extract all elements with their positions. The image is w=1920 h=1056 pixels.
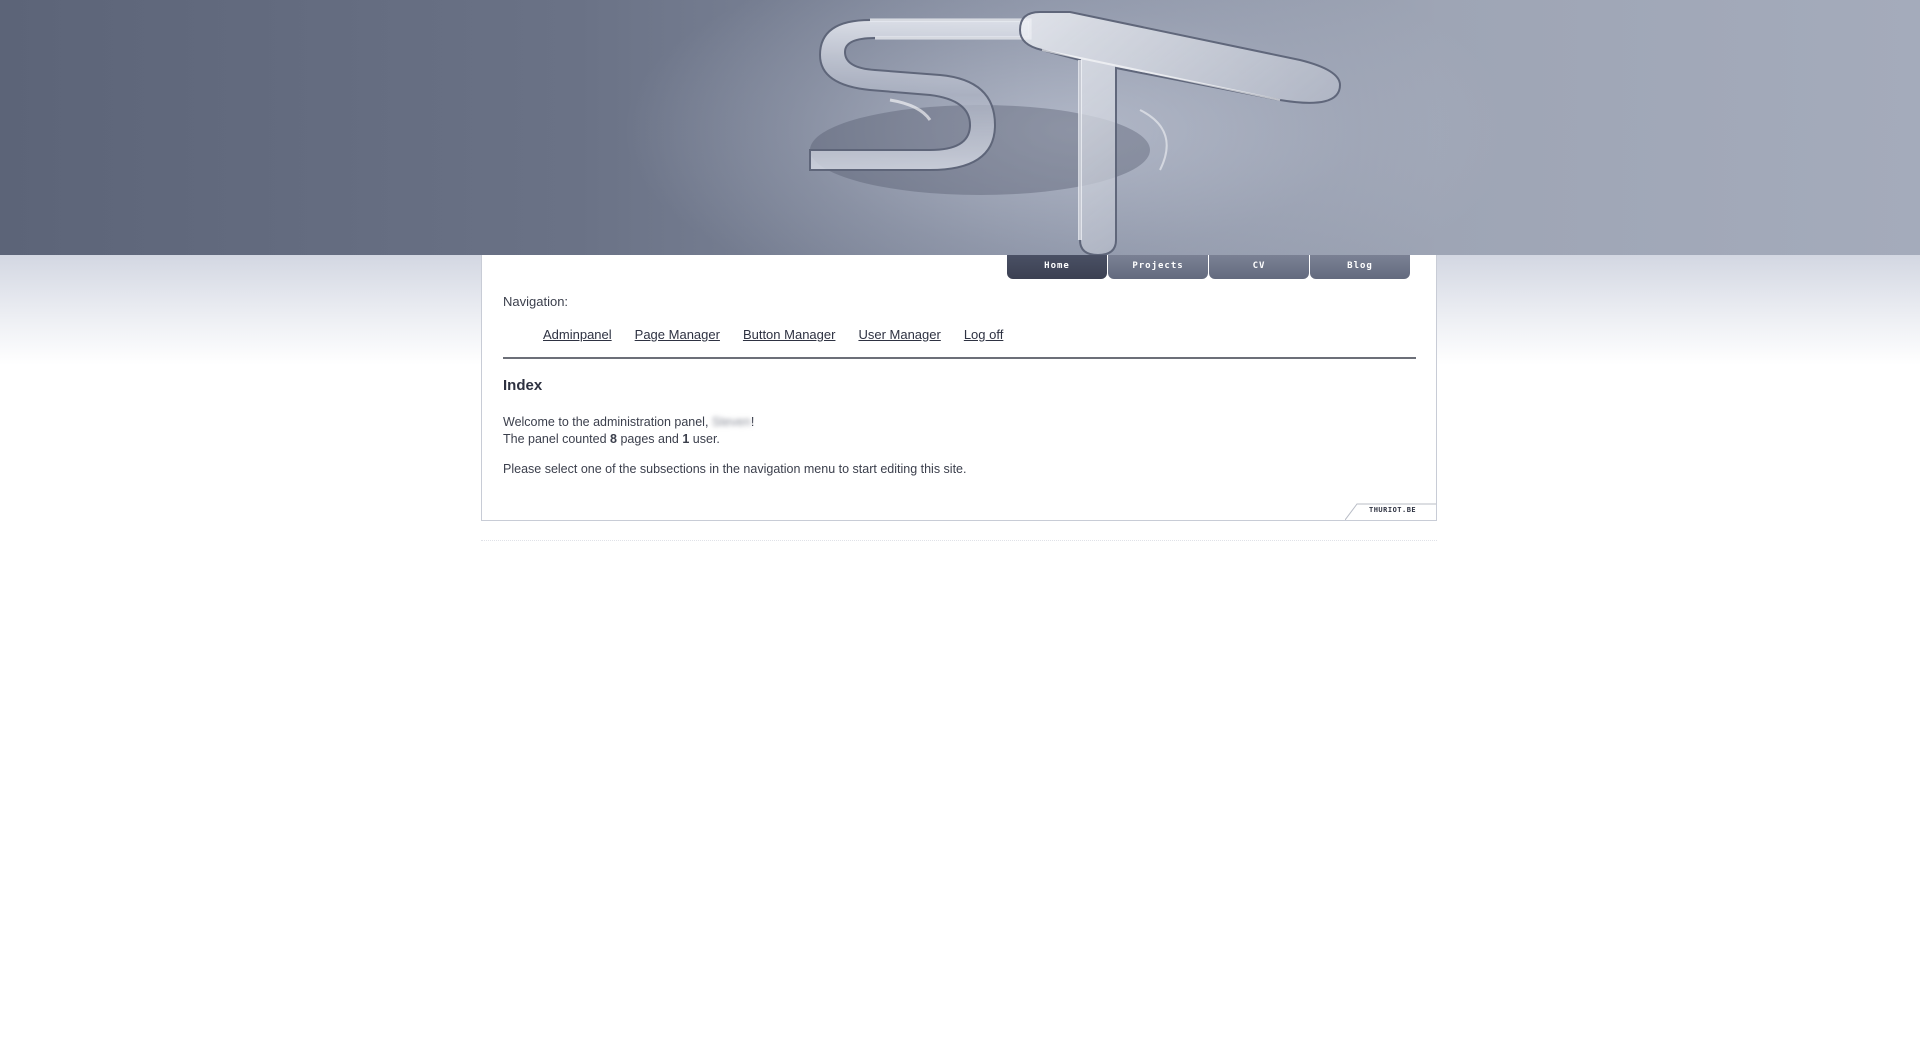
welcome-prefix: Welcome to the administration panel, [503,415,709,429]
divider [503,357,1416,359]
admin-navigation: Adminpanel Page Manager Button Manager U… [543,327,1003,342]
welcome-suffix: ! [750,415,755,429]
nav-link-adminpanel[interactable]: Adminpanel [543,327,612,342]
nav-link-user-manager[interactable]: User Manager [858,327,940,342]
header-banner [0,0,1920,255]
user-name: Steven [711,415,751,429]
site-logo [809,11,1342,255]
stats-line: The panel counted 8 pages and 1 user. [503,431,754,448]
users-word: user. [692,432,720,446]
tab-home[interactable]: Home [1007,255,1107,279]
instruction-text: Please select one of the subsections in … [503,462,967,476]
nav-link-page-manager[interactable]: Page Manager [635,327,720,342]
welcome-text: Welcome to the administration panel, Ste… [503,414,754,448]
nav-link-button-manager[interactable]: Button Manager [743,327,836,342]
tab-projects[interactable]: Projects [1108,255,1208,279]
content-panel [481,255,1437,521]
page-title: Index [503,377,543,394]
navigation-title: Navigation: [503,294,569,309]
welcome-line: Welcome to the administration panel, Ste… [503,414,754,431]
pages-word: pages and [620,432,679,446]
footer-badge-label: THURIOT.BE [1369,506,1417,514]
panel-bottom-line [481,540,1437,543]
nav-link-log-off[interactable]: Log off [964,327,1004,342]
counted-prefix: The panel counted [503,432,607,446]
footer-badge[interactable]: THURIOT.BE [1345,503,1436,520]
top-tabs: Home Projects CV Blog [1007,255,1410,279]
users-count: 1 [682,432,690,446]
pages-count: 8 [610,432,617,446]
tab-blog[interactable]: Blog [1310,255,1410,279]
tab-cv[interactable]: CV [1209,255,1309,279]
